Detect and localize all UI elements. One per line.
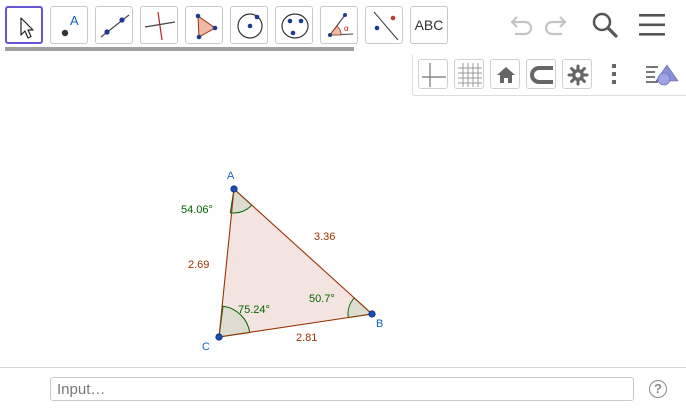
perpendicular-line-tool-button[interactable] (140, 6, 178, 44)
help-button[interactable]: ? (649, 380, 667, 398)
reflect-tool-button[interactable] (365, 6, 403, 44)
algebra-input-bar: ? (0, 367, 686, 413)
polygon-icon (195, 13, 218, 40)
undo-button[interactable] (504, 9, 536, 41)
geometry-canvas: A B C 3.36 2.81 2.69 54.06° 50.7° 75.24° (181, 170, 383, 353)
point-capturing-icon (530, 66, 553, 84)
grid-icon (458, 63, 482, 87)
help-icon: ? (654, 381, 662, 396)
gear-icon (567, 64, 589, 86)
line-through-points-icon (100, 14, 130, 38)
style-bar-toggle-icon (646, 64, 679, 86)
move-tool-button[interactable] (5, 6, 43, 44)
point-tool-button[interactable]: A (50, 6, 88, 44)
perpendicular-line-icon (144, 11, 176, 41)
search-icon (592, 12, 618, 38)
reflect-about-line-icon (373, 11, 399, 41)
point-label-b: B (376, 318, 383, 330)
text-tool-button[interactable]: ABC (410, 6, 448, 44)
point-b[interactable] (368, 310, 376, 318)
point-label-a: A (227, 170, 235, 182)
algebra-input[interactable] (50, 377, 634, 401)
polygon-tool-button[interactable] (185, 6, 223, 44)
line-tool-button[interactable] (95, 6, 133, 44)
conic-tool-button[interactable] (275, 6, 313, 44)
menu-icon (639, 14, 665, 36)
point-capturing-button[interactable] (526, 59, 556, 89)
point-tool-letter: A (70, 13, 79, 28)
angle-icon: α (328, 13, 354, 37)
point-icon: A (61, 13, 79, 37)
text-tool-label: ABC (414, 17, 444, 33)
toggle-axes-button[interactable] (418, 59, 448, 89)
point-label-c: C (202, 341, 210, 353)
circle-tool-button[interactable] (230, 6, 268, 44)
settings-button[interactable] (562, 59, 592, 89)
more-options-button[interactable] (603, 59, 625, 89)
segment-label-ab: 3.36 (314, 231, 335, 243)
axes-icon (422, 63, 446, 87)
angle-label-c: 75.24° (238, 304, 270, 316)
svg-text:α: α (344, 24, 349, 33)
undo-icon (510, 16, 533, 36)
point-c[interactable] (215, 333, 223, 341)
redo-button[interactable] (541, 9, 573, 41)
main-toolbar: A α ABC (0, 0, 686, 52)
graphics-view[interactable]: A B C 3.36 2.81 2.69 54.06° 50.7° 75.24° (0, 52, 686, 367)
circle-center-point-icon (237, 13, 263, 39)
cursor-arrow-icon (20, 17, 34, 39)
point-a[interactable] (230, 185, 238, 193)
segment-label-ca: 2.69 (188, 259, 209, 271)
toggle-grid-button[interactable] (454, 59, 484, 89)
circle-through-points-icon (281, 13, 309, 39)
angle-label-b: 50.7° (309, 293, 335, 305)
angle-label-a: 54.06° (181, 204, 213, 216)
standard-view-button[interactable] (490, 59, 520, 89)
graphics-style-bar (412, 55, 686, 96)
toolbar-scrollbar[interactable] (5, 47, 354, 51)
home-icon (497, 67, 515, 83)
redo-icon (544, 16, 567, 36)
search-button[interactable] (588, 9, 620, 41)
angle-tool-button[interactable]: α (320, 6, 358, 44)
segment-label-bc: 2.81 (296, 332, 317, 344)
more-vertical-icon (612, 64, 616, 84)
menu-button[interactable] (636, 9, 668, 41)
style-bar-toggle-button[interactable] (644, 59, 682, 89)
